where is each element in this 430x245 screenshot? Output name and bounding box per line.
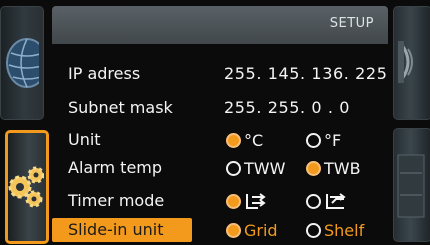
radio-selected-icon xyxy=(226,132,241,148)
radio-unselected-icon xyxy=(306,222,321,238)
radio-unselected-icon xyxy=(306,193,321,209)
unit-fahrenheit-text: °F xyxy=(324,130,342,150)
panel-icon xyxy=(397,154,425,218)
slide-in-shelf-option[interactable]: Shelf xyxy=(306,218,364,242)
subnet-mask-row[interactable]: Subnet mask 255. 255. 0 . 0 xyxy=(52,96,388,120)
radio-selected-icon xyxy=(226,222,241,238)
unit-celsius-text: °C xyxy=(244,130,264,150)
side-menu-panel[interactable] xyxy=(393,128,430,242)
radio-selected-icon xyxy=(226,193,241,209)
subnet-mask-value[interactable]: 255. 255. 0 . 0 xyxy=(224,96,350,120)
ip-address-row[interactable]: IP adress 255. 145. 136. 225 xyxy=(52,62,388,86)
fan-icon xyxy=(398,41,413,83)
unit-fahrenheit-option[interactable]: °F xyxy=(306,128,341,152)
timer-mode-row: Timer mode xyxy=(52,189,388,213)
slide-in-grid-option[interactable]: Grid xyxy=(226,218,278,242)
alarm-twb-option[interactable]: TWB xyxy=(306,156,361,180)
alarm-temp-row: Alarm temp TWW TWB xyxy=(52,156,388,180)
gears-icon xyxy=(8,166,44,208)
slide-in-unit-row: Grid Shelf xyxy=(52,218,388,242)
ip-address-value[interactable]: 255. 145. 136. 225 xyxy=(224,62,387,86)
side-menu-setup[interactable] xyxy=(5,130,49,244)
setup-panel: SETUP IP adress 255. 145. 136. 225 Subne… xyxy=(52,6,388,245)
alarm-twb-text: TWB xyxy=(324,158,361,178)
timer-mode-2-option[interactable] xyxy=(306,189,350,213)
radio-selected-icon xyxy=(306,160,321,176)
radio-unselected-icon xyxy=(226,160,241,176)
unit-label: Unit xyxy=(68,130,101,149)
slide-in-shelf-text: Shelf xyxy=(324,220,365,240)
page-title: SETUP xyxy=(329,16,374,31)
header-bar: SETUP xyxy=(52,6,388,44)
timer-mode-1-icon xyxy=(246,193,266,209)
radio-unselected-icon xyxy=(306,132,321,148)
side-menu-network[interactable] xyxy=(0,6,44,120)
unit-celsius-option[interactable]: °C xyxy=(226,128,263,152)
subnet-mask-label: Subnet mask xyxy=(68,98,173,117)
globe-icon xyxy=(6,38,39,88)
unit-row: Unit °C °F xyxy=(52,128,388,152)
alarm-tww-option[interactable]: TWW xyxy=(226,156,285,180)
timer-mode-2-icon xyxy=(326,193,346,209)
ip-address-label: IP adress xyxy=(68,64,141,83)
timer-mode-1-option[interactable] xyxy=(226,189,270,213)
timer-mode-label: Timer mode xyxy=(68,191,165,210)
slide-in-grid-text: Grid xyxy=(244,220,278,240)
alarm-temp-label: Alarm temp xyxy=(68,158,163,177)
alarm-tww-text: TWW xyxy=(244,158,286,178)
side-menu-fan[interactable] xyxy=(393,6,430,120)
